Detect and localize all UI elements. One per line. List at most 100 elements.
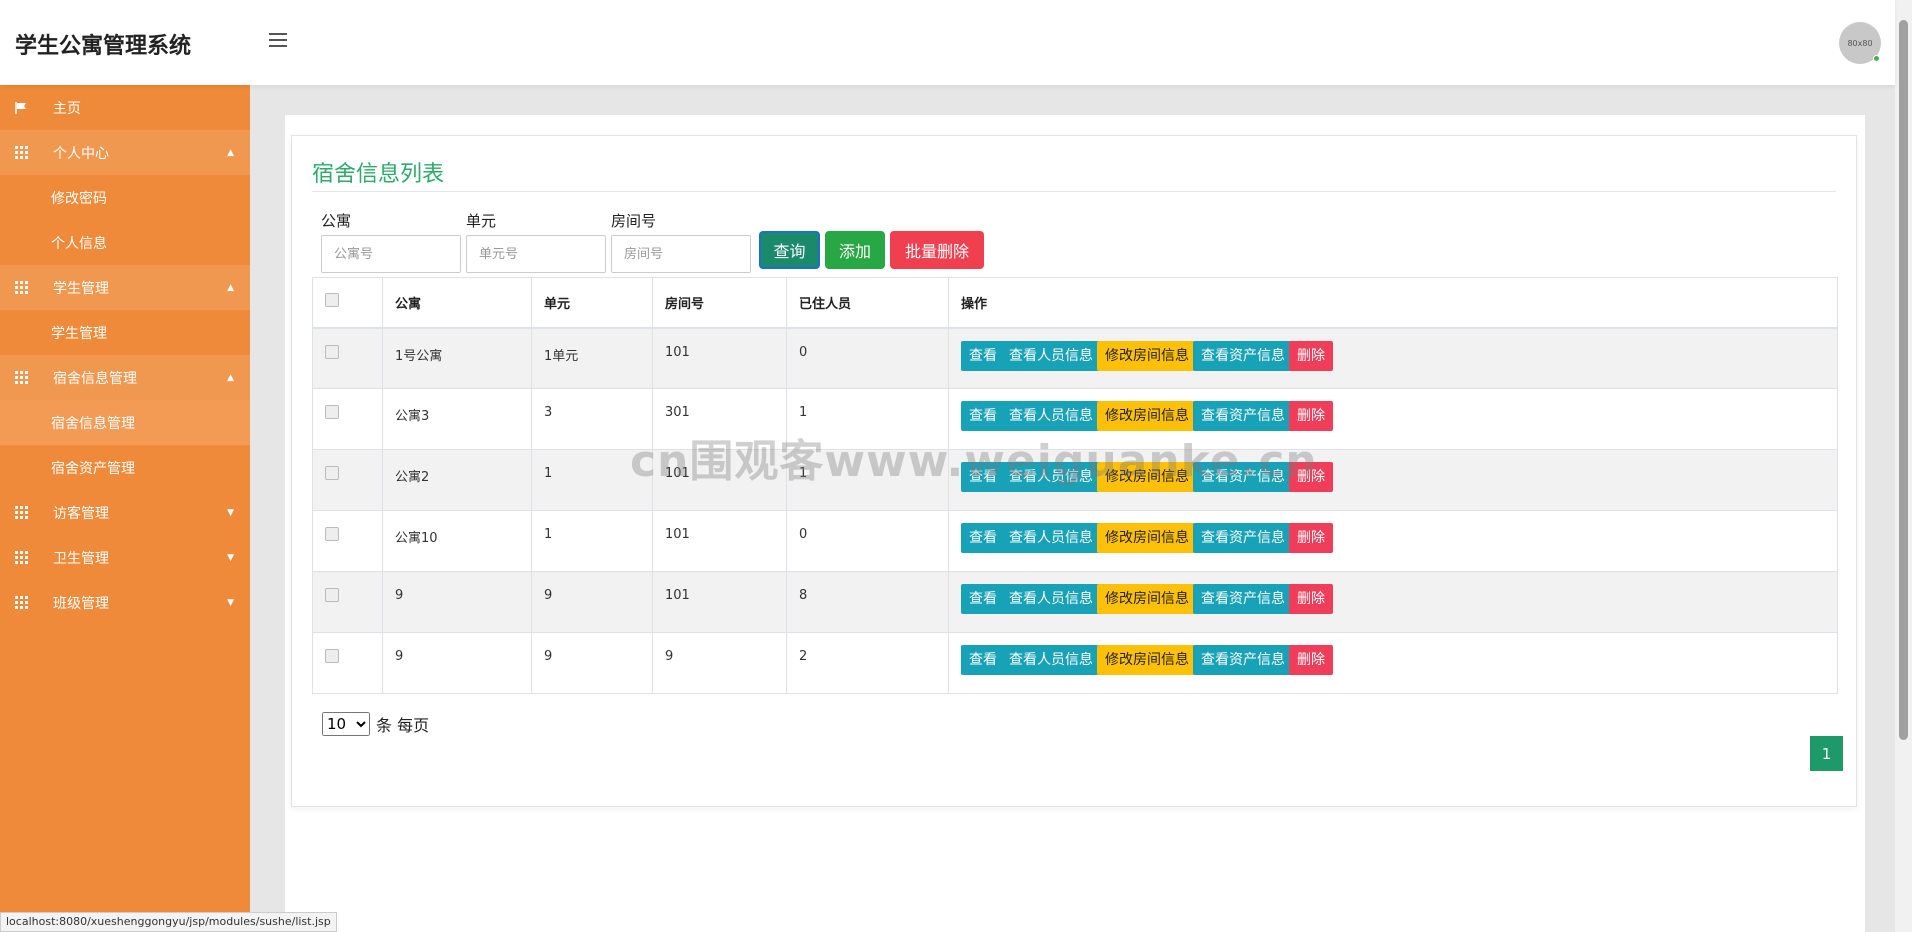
add-button[interactable]: 添加 (825, 231, 885, 269)
view-residents-button[interactable]: 查看人员信息 (1001, 401, 1101, 431)
main-content: 宿舍信息列表 公寓 单元 房间号 查询 添加 批量删除 公寓 单元 房间号 已 (285, 115, 1865, 932)
row-select-cell (312, 510, 383, 572)
row-select-cell (312, 449, 383, 511)
cell-actions: 查看 查看人员信息 修改房间信息 查看资产信息 删除 (948, 327, 1838, 389)
sidebar-item-change-password[interactable]: 修改密码 (0, 175, 250, 220)
view-button[interactable]: 查看 (961, 584, 1005, 614)
sidebar-item-label: 学生管理 (51, 325, 107, 342)
row-checkbox[interactable] (325, 649, 339, 663)
edit-room-button[interactable]: 修改房间信息 (1097, 645, 1197, 675)
sidebar-item-student-management-sub[interactable]: 学生管理 (0, 310, 250, 355)
sidebar-item-dorm-info-management[interactable]: 宿舍信息管理 ▲ (0, 355, 250, 400)
cell-apartment: 1号公寓 (382, 327, 532, 389)
view-residents-button[interactable]: 查看人员信息 (1001, 462, 1101, 492)
view-assets-button[interactable]: 查看资产信息 (1193, 584, 1293, 614)
cell-actions: 查看 查看人员信息 修改房间信息 查看资产信息 删除 (948, 449, 1838, 511)
row-checkbox[interactable] (325, 344, 339, 359)
row-select-cell (312, 388, 383, 450)
room-input[interactable] (611, 235, 751, 273)
room-search-field: 房间号 (602, 210, 751, 273)
delete-button[interactable]: 删除 (1289, 462, 1333, 492)
cell-residents: 0 (786, 510, 949, 572)
view-button[interactable]: 查看 (961, 645, 1005, 675)
apartment-input[interactable] (321, 235, 461, 273)
view-button[interactable]: 查看 (961, 340, 1005, 371)
cell-unit: 1 (531, 449, 653, 511)
avatar[interactable]: 80x80 (1839, 22, 1881, 64)
sidebar-item-label: 个人信息 (51, 235, 107, 252)
page-scrollbar[interactable] (1895, 0, 1912, 932)
sidebar-item-personal-info[interactable]: 个人信息 (0, 220, 250, 265)
page-title: 宿舍信息列表 (312, 162, 445, 187)
sidebar-item-hygiene-management[interactable]: 卫生管理 ▼ (0, 535, 250, 580)
menu-toggle-icon[interactable] (269, 33, 287, 47)
sidebar-item-student-management[interactable]: 学生管理 ▲ (0, 265, 250, 310)
cell-residents: 0 (786, 327, 949, 389)
divider (312, 191, 1836, 192)
delete-button[interactable]: 删除 (1289, 401, 1333, 431)
edit-room-button[interactable]: 修改房间信息 (1097, 462, 1197, 492)
unit-label: 单元 (466, 212, 497, 230)
scrollbar-thumb[interactable] (1899, 20, 1908, 740)
sidebar-item-label: 宿舍资产管理 (51, 460, 135, 477)
caret-up-icon: ▲ (227, 372, 234, 383)
view-assets-button[interactable]: 查看资产信息 (1193, 462, 1293, 492)
row-checkbox[interactable] (325, 527, 339, 541)
page-size-select[interactable]: 10 (322, 712, 370, 736)
grid-icon (14, 371, 28, 385)
sidebar-item-visitor-management[interactable]: 访客管理 ▼ (0, 490, 250, 535)
batch-delete-button[interactable]: 批量删除 (890, 231, 984, 269)
sidebar-item-dorm-info-management-sub[interactable]: 宿舍信息管理 (0, 400, 250, 445)
content-scroll-track (1865, 85, 1875, 932)
table-row: 9 9 9 2 查看 查看人员信息 修改房间信息 查看资产信息 删除 (312, 632, 1838, 694)
query-button[interactable]: 查询 (759, 231, 820, 269)
row-checkbox[interactable] (325, 466, 339, 480)
caret-up-icon: ▲ (227, 147, 234, 158)
sidebar-item-personal-center[interactable]: 个人中心 ▲ (0, 130, 250, 175)
page-size-suffix: 条 每页 (376, 716, 430, 735)
grid-icon (14, 596, 28, 610)
view-residents-button[interactable]: 查看人员信息 (1001, 645, 1101, 675)
edit-room-button[interactable]: 修改房间信息 (1097, 340, 1197, 371)
sidebar-item-label: 班级管理 (53, 595, 109, 612)
cell-apartment: 公寓3 (382, 388, 532, 450)
caret-up-icon: ▲ (227, 282, 234, 293)
unit-input[interactable] (466, 235, 606, 273)
view-button[interactable]: 查看 (961, 523, 1005, 553)
view-button[interactable]: 查看 (961, 401, 1005, 431)
row-select-cell (312, 632, 383, 694)
row-checkbox[interactable] (325, 588, 339, 602)
dorm-table: 公寓 单元 房间号 已住人员 操作 1号公寓 1单元 101 0 查看 查看人员信息 修改房… (312, 277, 1838, 694)
cell-room: 101 (652, 571, 787, 633)
view-button[interactable]: 查看 (961, 462, 1005, 492)
table-header-row: 公寓 单元 房间号 已住人员 操作 (312, 277, 1838, 329)
sidebar-item-class-management[interactable]: 班级管理 ▼ (0, 580, 250, 625)
delete-button[interactable]: 删除 (1289, 645, 1333, 675)
table-row: 1号公寓 1单元 101 0 查看 查看人员信息 修改房间信息 查看资产信息 删除 (312, 327, 1838, 389)
view-assets-button[interactable]: 查看资产信息 (1193, 401, 1293, 431)
delete-button[interactable]: 删除 (1289, 523, 1333, 553)
caret-down-icon: ▼ (227, 597, 234, 608)
view-residents-button[interactable]: 查看人员信息 (1001, 523, 1101, 553)
cell-apartment: 9 (382, 632, 532, 694)
edit-room-button[interactable]: 修改房间信息 (1097, 401, 1197, 431)
cell-residents: 1 (786, 388, 949, 450)
view-residents-button[interactable]: 查看人员信息 (1001, 584, 1101, 614)
delete-button[interactable]: 删除 (1289, 584, 1333, 614)
select-all-checkbox[interactable] (325, 293, 339, 308)
cell-room: 301 (652, 388, 787, 450)
edit-room-button[interactable]: 修改房间信息 (1097, 584, 1197, 614)
table-row: 公寓3 3 301 1 查看 查看人员信息 修改房间信息 查看资产信息 删除 (312, 388, 1838, 450)
edit-room-button[interactable]: 修改房间信息 (1097, 523, 1197, 553)
row-checkbox[interactable] (325, 405, 339, 419)
sidebar-item-dorm-asset-management[interactable]: 宿舍资产管理 (0, 445, 250, 490)
view-assets-button[interactable]: 查看资产信息 (1193, 523, 1293, 553)
view-assets-button[interactable]: 查看资产信息 (1193, 645, 1293, 675)
pagination-page-1[interactable]: 1 (1810, 736, 1843, 771)
sidebar-item-home[interactable]: 主页 (0, 85, 250, 130)
view-residents-button[interactable]: 查看人员信息 (1001, 340, 1101, 371)
sidebar-item-label: 卫生管理 (53, 550, 109, 567)
cell-apartment: 公寓2 (382, 449, 532, 511)
view-assets-button[interactable]: 查看资产信息 (1193, 340, 1293, 371)
delete-button[interactable]: 删除 (1289, 340, 1333, 371)
